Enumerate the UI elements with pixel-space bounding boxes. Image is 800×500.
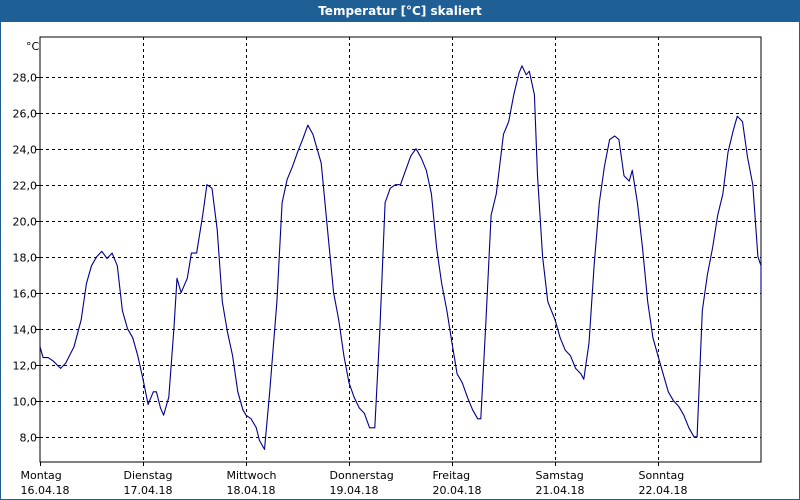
y-tick-label: 8,0: [20, 432, 38, 445]
x-tick-date-label: 20.04.18: [433, 484, 482, 497]
x-tick-date-label: 19.04.18: [330, 484, 379, 497]
y-tick-label: 28,0: [13, 72, 38, 85]
y-axis-unit-label: °C: [26, 40, 40, 53]
y-tick-label: 10,0: [13, 396, 38, 409]
x-tick-day-label: Montag: [21, 469, 62, 482]
grid: [40, 37, 761, 462]
y-tick-label: 26,0: [13, 108, 38, 121]
y-tick-label: 24,0: [13, 144, 38, 157]
x-tick-day-label: Dienstag: [124, 469, 173, 482]
x-tick-day-label: Mittwoch: [227, 469, 277, 482]
y-tick-labels: 8,0 10,0 12,0 14,0 16,0 18,0 20,0 22,0 24,0 26,0 2…: [13, 72, 38, 445]
x-tick-day-label: Samstag: [536, 469, 584, 482]
y-tick-label: 16,0: [13, 288, 38, 301]
y-tick-label: 14,0: [13, 324, 38, 337]
x-tick-date-label: 21.04.18: [536, 484, 585, 497]
y-tick-label: 12,0: [13, 360, 38, 373]
x-tick-date-label: 18.04.18: [227, 484, 276, 497]
x-tick-labels: Montag 16.04.18 Dienstag 17.04.18 Mittwoch 18…: [21, 469, 688, 497]
y-tick-label: 18,0: [13, 252, 38, 265]
y-tick-label: 20,0: [13, 216, 38, 229]
y-tick-label: 22,0: [13, 180, 38, 193]
x-tick-day-label: Freitag: [433, 469, 471, 482]
x-tick-date-label: 17.04.18: [124, 484, 173, 497]
x-tick-date-label: 16.04.18: [21, 484, 70, 497]
x-tick-day-label: Sonntag: [639, 469, 685, 482]
x-tick-date-label: 22.04.18: [639, 484, 688, 497]
plot-border: [39, 36, 762, 463]
x-tick-day-label: Donnerstag: [330, 469, 394, 482]
temperature-chart: 8,0 10,0 12,0 14,0 16,0 18,0 20,0 22,0 24,0 26,0 2…: [13, 36, 762, 497]
